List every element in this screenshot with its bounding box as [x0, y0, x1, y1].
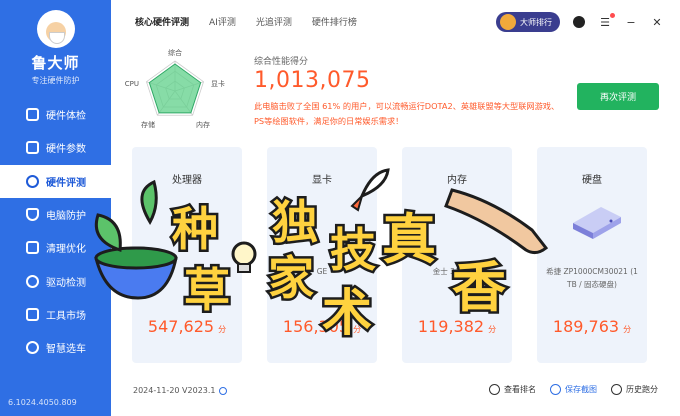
sidebar-item-hardware-params[interactable]: 硬件参数 [0, 131, 111, 164]
sidebar-item-drivers[interactable]: 驱动检测 [0, 264, 111, 297]
sidebar-item-hardware-check[interactable]: 硬件体检 [0, 98, 111, 131]
app-subtitle: 专注硬件防护 [31, 76, 80, 85]
driver-icon [26, 274, 39, 288]
sidebar-item-tool-market[interactable]: 工具市场 [0, 298, 111, 331]
card-score: 156,305 分 [282, 317, 362, 336]
radar-label-cpu: CPU [125, 80, 139, 88]
card-title: 处理器 [172, 175, 202, 186]
speed-gauge-icon [26, 174, 39, 188]
sidebar-item-label: 驱动检测 [46, 277, 86, 289]
sidebar-item-label: 电脑防护 [46, 211, 86, 223]
camera-icon [550, 384, 561, 395]
sidebar-item-label: 清理优化 [46, 244, 86, 256]
footer-links: 查看排名 保存截图 历史跑分 [489, 384, 658, 395]
minimize-icon[interactable]: − [624, 15, 638, 29]
app-version: 6.1024.4050.809 [8, 398, 77, 407]
sidebar-item-hardware-benchmark[interactable]: 硬件评测 [0, 164, 111, 198]
monitor-icon [26, 108, 39, 122]
card-desc: 希捷 ZP1000CM30021 (1 TB / 固态硬盘) [546, 267, 638, 289]
score-description: 此电脑击败了全国 61% 的用户，可以流畅运行DOTA2、英雄联盟等大型联网游戏… [254, 101, 560, 126]
card-score: 119,382 分 [417, 317, 497, 336]
card-desc: 金士 3600MH [432, 267, 482, 276]
app-logo: 鲁大师 专注硬件防护 [0, 10, 111, 86]
card-title: 硬盘 [582, 175, 602, 186]
master-avatar [500, 14, 516, 30]
broom-icon [26, 241, 39, 255]
sidebar-item-label: 硬件评测 [46, 177, 86, 189]
window-controls: 大师排行 ☰ − ✕ [496, 12, 680, 32]
card-score: 547,625 分 [147, 317, 227, 336]
score-label: 综合性能得分 [254, 57, 309, 67]
clock-icon [611, 384, 622, 395]
radar-label-overall: 综合 [168, 48, 182, 57]
card-title: 显卡 [312, 175, 332, 186]
benchmark-date: 2024-11-20 V2023.1 [133, 386, 227, 395]
sidebar-nav: 硬件体检 硬件参数 硬件评测 电脑防护 清理优化 驱动检测 工具市场 智慧选车 [0, 98, 111, 364]
close-icon[interactable]: ✕ [650, 15, 664, 29]
tab-core-hardware[interactable]: 核心硬件评测 [135, 15, 189, 28]
total-score: 1,013,075 [254, 68, 371, 93]
master-rank-label: 大师排行 [520, 17, 552, 27]
sidebar: 鲁大师 专注硬件防护 硬件体检 硬件参数 硬件评测 电脑防护 清理优化 驱动检测… [0, 0, 111, 416]
tab-bar: 核心硬件评测 AI评测 光追评测 硬件排行榜 [135, 15, 357, 28]
app-name: 鲁大师 [31, 54, 80, 72]
tab-hardware-ranking[interactable]: 硬件排行榜 [312, 15, 357, 28]
theme-toggle-icon[interactable] [572, 15, 586, 29]
card-storage[interactable]: 硬盘 希捷 ZP1000CM30021 (1 TB / 固态硬盘) 189,76… [537, 147, 647, 363]
sidebar-item-label: 智慧选车 [46, 344, 86, 356]
trophy-icon [489, 384, 500, 395]
card-desc: GE [316, 267, 328, 276]
logo-mascot-icon [36, 10, 75, 48]
sidebar-item-label: 硬件体检 [46, 111, 86, 123]
sidebar-item-cleanup[interactable]: 清理优化 [0, 231, 111, 264]
view-ranking-link[interactable]: 查看排名 [489, 384, 536, 395]
card-cpu[interactable]: 处理器 547,625 分 [132, 147, 242, 363]
card-score: 189,763 分 [552, 317, 632, 336]
tab-ai-benchmark[interactable]: AI评测 [209, 15, 236, 28]
toolbox-icon [26, 307, 39, 321]
sidebar-item-label: 硬件参数 [46, 144, 86, 156]
chip-icon [26, 141, 39, 155]
performance-radar: 综合 显卡 内存 存储 CPU [125, 48, 225, 129]
save-screenshot-link[interactable]: 保存截图 [550, 384, 597, 395]
info-icon[interactable] [218, 386, 227, 395]
retest-button[interactable]: 再次评测 [577, 83, 659, 110]
radar-label-storage: 存储 [141, 120, 155, 129]
tab-raytracing-benchmark[interactable]: 光追评测 [256, 15, 292, 28]
radar-label-gpu: 显卡 [211, 79, 225, 88]
car-icon [26, 341, 39, 355]
radar-score-shape [148, 63, 202, 114]
shield-icon [26, 208, 39, 222]
sidebar-item-label: 工具市场 [46, 310, 86, 322]
card-gpu[interactable]: 显卡 GE 156,305 分 [267, 147, 377, 363]
card-memory[interactable]: 内存 金士 3600MH 119,382 分 [402, 147, 512, 363]
sidebar-item-car-select[interactable]: 智慧选车 [0, 331, 111, 364]
ssd-icon [573, 207, 621, 239]
radar-label-memory: 内存 [196, 120, 210, 129]
master-rank-button[interactable]: 大师排行 [496, 12, 560, 32]
history-score-link[interactable]: 历史跑分 [611, 384, 658, 395]
sidebar-item-protection[interactable]: 电脑防护 [0, 198, 111, 231]
main-panel: 核心硬件评测 AI评测 光追评测 硬件排行榜 大师排行 ☰ − ✕ 综合 显卡 … [111, 0, 680, 416]
card-title: 内存 [447, 175, 467, 186]
menu-icon[interactable]: ☰ [598, 13, 615, 29]
